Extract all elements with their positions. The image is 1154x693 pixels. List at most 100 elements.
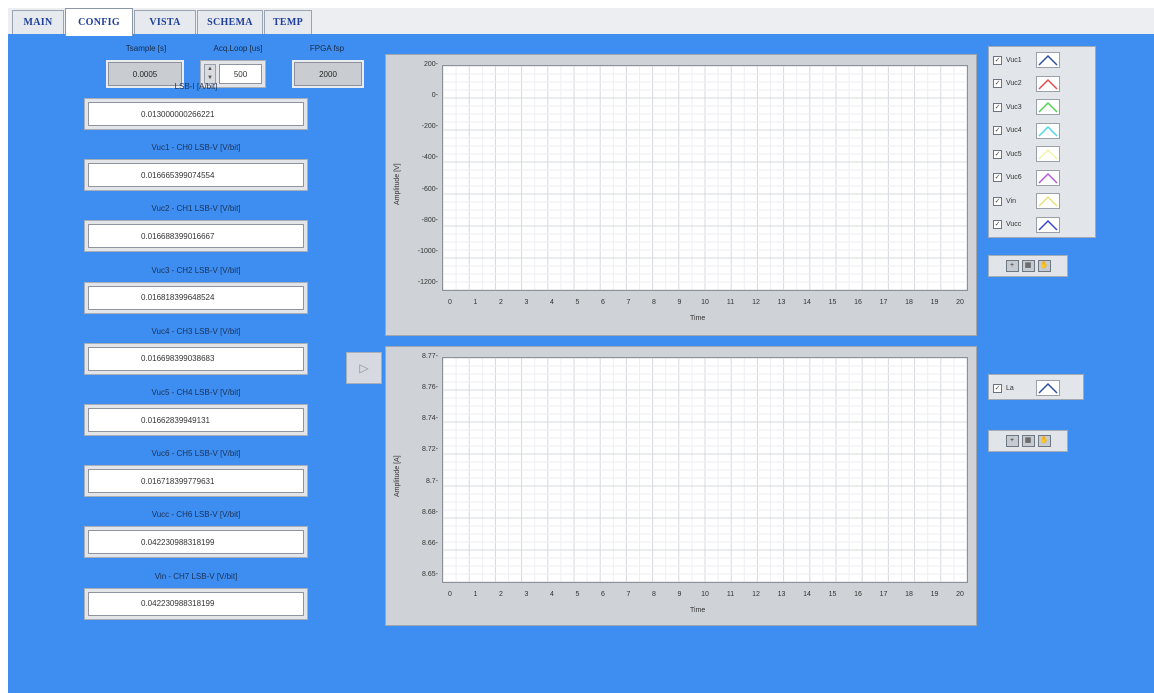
legend-item[interactable]: ✓ Vuc3 <box>993 98 1060 116</box>
lsb-field-value[interactable]: 0.016818399648524 <box>88 285 304 310</box>
x-tick-label: 14 <box>803 299 811 306</box>
cursor-tool-icon[interactable]: + <box>1005 260 1019 272</box>
lsb-field-value[interactable]: 0.016688399016667 <box>88 224 304 249</box>
x-tick-label: 10 <box>701 591 709 598</box>
tab-temp[interactable]: TEMP <box>264 10 312 34</box>
lsb-field-value[interactable]: 0.01662839949131 <box>88 408 304 432</box>
x-tick-label: 12 <box>752 591 760 598</box>
tab-vista[interactable]: VISTA <box>134 10 196 34</box>
x-tick-label: 11 <box>726 299 735 306</box>
plot-style-icon[interactable] <box>1036 216 1060 233</box>
lsb-field-label: Vin - CH7 LSB-V [V/bit] <box>154 571 238 581</box>
x-tick-label: 5 <box>575 299 580 306</box>
y-tick-label: 8.66- <box>422 539 438 547</box>
plot-style-icon[interactable] <box>1036 193 1060 209</box>
x-tick-label: 15 <box>828 299 837 306</box>
legend-item[interactable]: ✓ Vuc5 <box>993 145 1060 163</box>
x-tick-label: 11 <box>726 591 735 598</box>
x-tick-label: 6 <box>601 591 605 598</box>
lsb-field-value[interactable]: 0.016665399074554 <box>88 163 304 188</box>
x-tick-label: 2 <box>499 299 503 306</box>
lsb-field: 0.016818399648524 <box>84 281 308 314</box>
voltage-plot-area <box>442 65 968 291</box>
plot-style-icon[interactable] <box>1036 75 1060 92</box>
x-tick-label: 7 <box>626 299 631 306</box>
x-tick-label: 15 <box>828 591 837 598</box>
legend-checkbox[interactable]: ✓ <box>993 126 1002 135</box>
y-tick-label: 8.74- <box>422 415 438 423</box>
voltage-grid <box>442 65 968 291</box>
x-tick-label: 1 <box>473 591 478 598</box>
legend-label: Vuc2 <box>1006 80 1022 87</box>
legend-item[interactable]: ✓ Vuc2 <box>993 75 1060 93</box>
plot-style-icon[interactable] <box>1036 146 1060 162</box>
y-tick-label: 8.65- <box>422 571 438 578</box>
legend-checkbox[interactable]: ✓ <box>993 79 1002 88</box>
legend-checkbox[interactable]: ✓ <box>993 149 1002 159</box>
plot-style-icon[interactable] <box>1036 122 1060 139</box>
legend-item[interactable]: ✓ Vuc1 <box>993 51 1060 69</box>
zoom-tool-icon[interactable]: ▦ <box>1021 435 1035 447</box>
voltage-x-title: Time <box>690 315 706 322</box>
legend-item[interactable]: ✓ Vuc6 <box>993 169 1060 187</box>
pan-tool-icon[interactable]: ✋ <box>1037 260 1051 272</box>
lsb-field-label: LSB-I [A/bit] <box>174 82 218 91</box>
zoom-tool-icon[interactable]: ▦ <box>1021 260 1035 272</box>
legend-label: Vuc3 <box>1006 103 1022 111</box>
x-tick-label: 7 <box>626 591 631 598</box>
lsb-field-label: Vuc4 - CH3 LSB-V [V/bit] <box>151 326 241 336</box>
legend-item[interactable]: ✓ La <box>993 379 1060 397</box>
x-tick-label: 5 <box>575 591 580 598</box>
lsb-field-label: Vuc3 - CH2 LSB-V [V/bit] <box>151 265 241 275</box>
x-tick-label: 4 <box>550 591 554 598</box>
current-legend: ✓ La <box>988 374 1084 400</box>
legend-checkbox[interactable]: ✓ <box>993 173 1002 182</box>
lsb-field-value[interactable]: 0.016698399038683 <box>88 346 304 371</box>
x-tick-label: 8 <box>652 591 656 598</box>
y-tick-label: -400- <box>421 154 438 162</box>
acq-loop-label: Acq.Loop [us] <box>213 44 263 53</box>
current-plot-area <box>442 357 968 583</box>
fpga-label: FPGA fsp <box>309 44 345 53</box>
play-button[interactable]: ▷ <box>346 352 382 384</box>
legend-checkbox[interactable]: ✓ <box>993 220 1002 229</box>
legend-item[interactable]: ✓ Vucc <box>993 216 1060 234</box>
legend-checkbox[interactable]: ✓ <box>993 102 1002 112</box>
pan-tool-icon[interactable]: ✋ <box>1037 435 1051 447</box>
x-tick-label: 8 <box>652 299 656 306</box>
legend-checkbox[interactable]: ✓ <box>993 55 1002 65</box>
current-x-title: Time <box>690 607 706 614</box>
lsb-field-value[interactable]: 0.016718399779631 <box>88 469 304 494</box>
tab-config[interactable]: CONFIG <box>65 8 133 36</box>
y-tick-label: -800- <box>421 216 438 224</box>
lsb-field-label: Vuc6 - CH5 LSB-V [V/bit] <box>151 449 241 459</box>
lsb-field-value[interactable]: 0.042230988318199 <box>88 530 304 555</box>
current-graph-tools[interactable]: + ▦ ✋ <box>988 430 1068 452</box>
legend-checkbox[interactable]: ✓ <box>993 383 1002 393</box>
plot-style-icon[interactable] <box>1036 169 1060 186</box>
lsb-field: 0.013000000266221 <box>84 98 308 130</box>
plot-style-icon[interactable] <box>1036 99 1060 115</box>
voltage-graph-tools[interactable]: + ▦ ✋ <box>988 255 1068 277</box>
x-tick-label: 9 <box>677 299 682 306</box>
lsb-field: 0.016718399779631 <box>84 465 308 498</box>
x-tick-label: 17 <box>879 591 888 598</box>
legend-checkbox[interactable]: ✓ <box>993 196 1002 206</box>
tab-schema[interactable]: SCHEMA <box>197 10 263 34</box>
acq-loop-value[interactable]: 500 <box>219 64 262 84</box>
y-tick-label: -200- <box>421 123 438 131</box>
plot-style-icon[interactable] <box>1036 52 1060 68</box>
plot-style-icon[interactable] <box>1036 380 1060 396</box>
tab-main[interactable]: MAIN <box>12 10 64 34</box>
spin-arrows-icon[interactable]: ▲ ▼ <box>204 64 216 84</box>
legend-item[interactable]: ✓ Vin <box>993 192 1060 210</box>
lsb-field-value[interactable]: 0.013000000266221 <box>88 102 304 126</box>
lsb-field-value[interactable]: 0.042230988318199 <box>88 591 304 616</box>
legend-item[interactable]: ✓ Vuc4 <box>993 122 1060 140</box>
x-tick-label: 6 <box>601 299 605 306</box>
cursor-tool-icon[interactable]: + <box>1005 435 1019 447</box>
legend-label: Vucc <box>1006 221 1022 228</box>
tab-bar: MAIN CONFIG VISTA SCHEMA TEMP <box>8 8 1154 36</box>
x-tick-label: 19 <box>930 591 939 598</box>
y-tick-label: 8.68- <box>422 508 438 516</box>
